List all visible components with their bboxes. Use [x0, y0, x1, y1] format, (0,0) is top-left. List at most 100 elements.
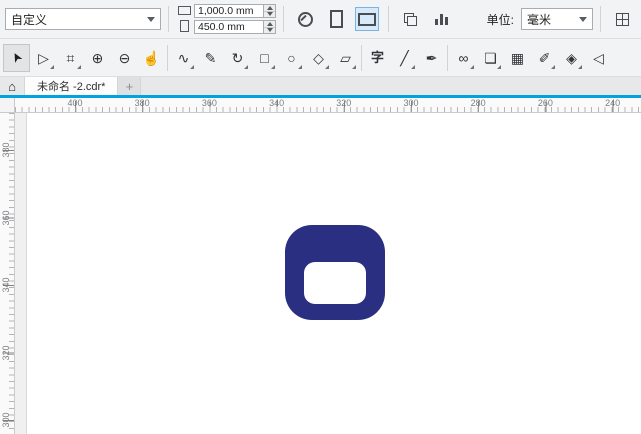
eyedropper-tool-icon: ✐	[538, 49, 551, 66]
common-shapes-tool-icon: ▱	[340, 49, 351, 66]
eyedropper-tool[interactable]: ✐	[531, 44, 558, 72]
hruler-label: 360	[201, 98, 217, 108]
pen-tool-icon: ✒	[425, 49, 438, 66]
toolbox-separator	[167, 44, 168, 71]
pan-tool[interactable]: ☝	[138, 44, 165, 72]
separator	[283, 6, 284, 32]
page-width-value: 1,000.0 mm	[198, 5, 254, 17]
pan-tool-icon: ☝	[142, 49, 161, 66]
hruler-label: 280	[470, 98, 486, 108]
current-page-button[interactable]	[429, 7, 453, 31]
spin-down-button[interactable]	[264, 10, 275, 18]
line-tool[interactable]: ╱	[391, 44, 418, 72]
spin-up-icon	[266, 5, 273, 10]
transparency-tool[interactable]: ▦	[504, 44, 531, 72]
preset-dropdown[interactable]: 自定义	[5, 8, 161, 30]
text-tool[interactable]: 字	[364, 44, 391, 72]
spin-down-button[interactable]	[264, 26, 275, 34]
separator	[168, 6, 169, 32]
units-label: 单位:	[486, 12, 514, 27]
page-height-field[interactable]: 450.0 mm	[194, 20, 264, 34]
pen-tool[interactable]: ✒	[418, 44, 445, 72]
transparency-tool-icon: ▦	[510, 49, 525, 66]
spin-up-icon	[266, 21, 273, 26]
fill-tool[interactable]: ◈	[558, 44, 585, 72]
landscape-button[interactable]	[355, 7, 379, 31]
shape-tool[interactable]: ▷	[30, 44, 57, 72]
zoom-out-tool[interactable]: ⊖	[111, 44, 138, 72]
bspline-tool-icon: ↻	[231, 49, 244, 66]
hruler-label: 320	[336, 98, 352, 108]
page-gutter	[15, 113, 27, 434]
page-height-value: 450.0 mm	[198, 21, 245, 33]
outline-tool[interactable]: ◁	[585, 44, 612, 72]
home-icon: ⌂	[8, 78, 16, 94]
crop-tool-icon: ⌗	[66, 49, 75, 66]
coreldraw-window: 自定义 1,000.0 mm 450.0 mm 单位: 毫米 ➤ ▷ ⌗ ⊕ ⊖…	[0, 0, 641, 434]
page-scale-button[interactable]	[293, 7, 317, 31]
pick-tool[interactable]: ➤	[3, 43, 30, 72]
hruler-label: 340	[269, 98, 285, 108]
units-value: 毫米	[527, 12, 552, 27]
freehand-tool-icon: ∿	[177, 49, 190, 66]
vruler-label: 380	[1, 142, 11, 158]
rounded-square-shape[interactable]	[285, 225, 385, 320]
separator	[600, 6, 601, 32]
hruler-label: 380	[134, 98, 150, 108]
outline-tool-icon: ◁	[593, 49, 604, 66]
polygon-tool[interactable]: ◇	[305, 44, 332, 72]
artistic-media-tool[interactable]: ✎	[197, 44, 224, 72]
hruler-label: 400	[67, 98, 83, 108]
ellipse-tool[interactable]: ○	[278, 44, 305, 72]
rectangle-tool[interactable]: □	[251, 44, 278, 72]
home-tab-button[interactable]: ⌂	[0, 77, 25, 95]
toolbox-separator	[361, 44, 362, 71]
spin-down-icon	[266, 28, 273, 33]
polygon-tool-icon: ◇	[313, 49, 324, 66]
freehand-tool[interactable]: ∿	[170, 44, 197, 72]
rectangle-tool-icon: □	[260, 49, 269, 66]
crop-tool[interactable]: ⌗	[57, 44, 84, 72]
toolbox: ➤ ▷ ⌗ ⊕ ⊖ ☝ ∿ ✎ ↻ □ ○ ◇ ▱ 字 ╱ ✒ ∞ ❏ ▦ ✐ ◈ ◁	[0, 39, 641, 77]
vruler-label: 320	[1, 344, 11, 361]
drop-shadow-tool[interactable]: ❏	[477, 44, 504, 72]
tab-bar: ⌂ 未命名 -2.cdr* +	[0, 77, 641, 98]
bspline-tool[interactable]: ↻	[224, 44, 251, 72]
zoom-in-tool[interactable]: ⊕	[84, 44, 111, 72]
drawing-canvas[interactable]	[15, 113, 641, 434]
artistic-media-tool-icon: ✎	[204, 49, 217, 66]
spin-down-icon	[266, 12, 273, 17]
ruler-origin-button[interactable]	[0, 98, 15, 113]
document-tab[interactable]: 未命名 -2.cdr*	[25, 77, 119, 95]
page-height-spinner[interactable]	[264, 20, 276, 34]
document-tab-label: 未命名 -2.cdr*	[37, 81, 106, 93]
preset-value: 自定义	[11, 12, 48, 27]
ellipse-tool-icon: ○	[287, 49, 296, 66]
vruler-label: 360	[1, 209, 11, 226]
text-tool-icon: 字	[370, 50, 384, 65]
nudge-offset-button[interactable]	[610, 7, 634, 31]
landscape-icon	[358, 12, 376, 26]
vertical-ruler[interactable]: 380 360 340 320 300	[0, 113, 15, 434]
new-tab-button[interactable]: +	[118, 77, 142, 95]
property-bar: 自定义 1,000.0 mm 450.0 mm 单位: 毫米	[0, 0, 641, 39]
separator	[388, 6, 389, 32]
page-width-spinner[interactable]	[264, 4, 276, 18]
page-width-field[interactable]: 1,000.0 mm	[194, 4, 264, 18]
page-size-icons	[178, 6, 191, 32]
all-pages-button[interactable]	[398, 7, 422, 31]
vruler-label: 340	[1, 277, 11, 293]
portrait-button[interactable]	[324, 7, 348, 31]
pick-tool-icon: ➤	[7, 49, 26, 66]
zoom-out-tool-icon: ⊖	[118, 49, 131, 66]
connector-tool[interactable]: ∞	[450, 44, 477, 72]
current-page-icon	[434, 13, 448, 25]
common-shapes-tool[interactable]: ▱	[332, 44, 359, 72]
hruler-label: 240	[605, 98, 621, 108]
horizontal-ruler[interactable]: 400 380 360 340 320 300 280 260 240	[15, 98, 641, 113]
page-size-fields: 1,000.0 mm 450.0 mm	[194, 4, 276, 34]
shape-tool-icon: ▷	[38, 49, 49, 66]
plus-icon: +	[125, 78, 134, 94]
units-dropdown[interactable]: 毫米	[521, 8, 593, 30]
hruler-label: 260	[537, 98, 553, 108]
